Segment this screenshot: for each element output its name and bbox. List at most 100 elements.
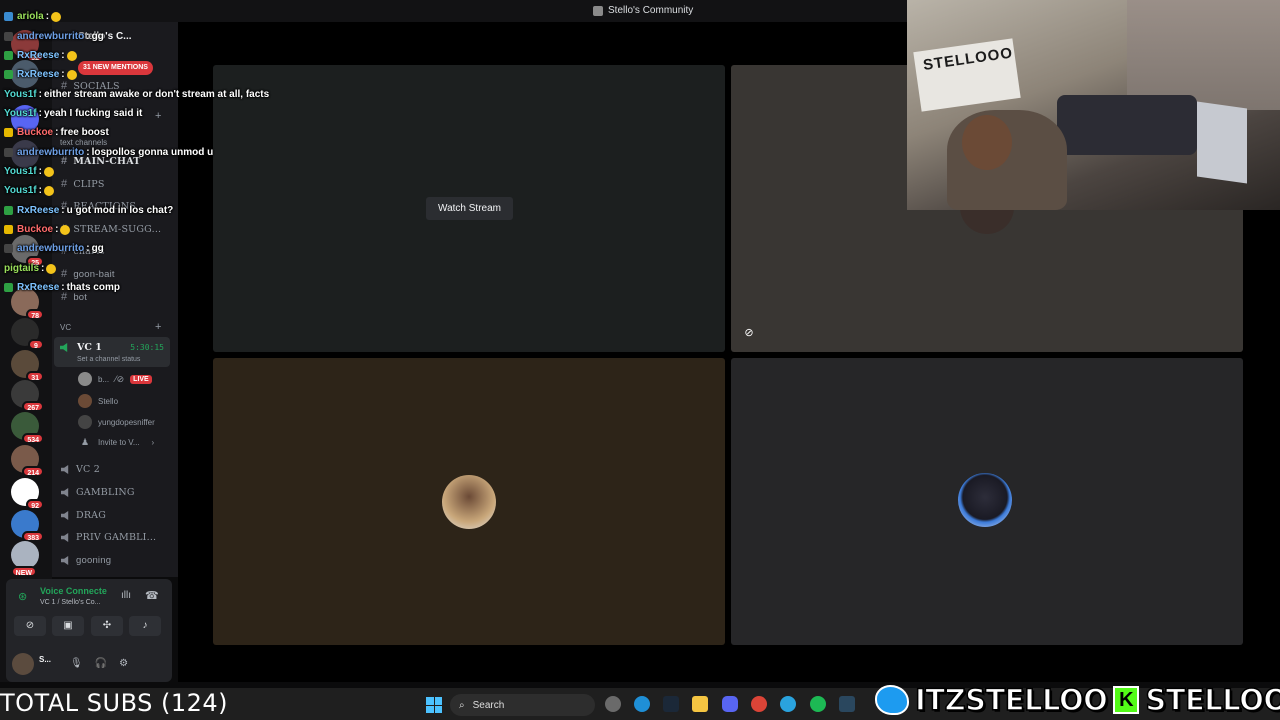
watch-stream-button[interactable]: Watch Stream — [426, 197, 513, 220]
start-button[interactable] — [426, 697, 442, 713]
channel-label: CLIPS — [73, 178, 105, 190]
speaker-icon — [60, 343, 68, 352]
chat-message: RxReese : u got mod in los chat? — [4, 205, 173, 216]
channel-clips[interactable]: # CLIPS — [61, 178, 105, 190]
server-icon[interactable]: 267 — [11, 380, 44, 412]
channel-label: VC 2 — [76, 464, 100, 475]
chat-separator: : — [61, 282, 65, 293]
discord-icon[interactable] — [722, 696, 738, 712]
user-avatar[interactable] — [12, 653, 34, 675]
chat-username: Yous1f — [4, 89, 37, 100]
speaker-icon — [61, 533, 69, 542]
server-icon[interactable]: 92 — [11, 478, 44, 510]
category-vc[interactable]: VC — [60, 323, 71, 332]
chat-username: Buckoe — [17, 224, 54, 235]
chat-username: ariola — [17, 11, 44, 22]
server-icon[interactable]: NEW — [10, 541, 39, 577]
channel-label: DRAG — [76, 510, 107, 521]
voice-channel-priv-gambling[interactable]: PRIV GAMBLI... — [61, 532, 156, 543]
add-channel-icon[interactable]: + — [155, 110, 161, 122]
chat-badge-icon — [4, 244, 13, 253]
chat-message: RxReese : — [4, 50, 77, 61]
invite-icon: ♟ — [80, 437, 90, 447]
member-name: Stello — [98, 396, 119, 406]
voice-member[interactable]: yungdopesniffer — [78, 415, 155, 429]
member-name: b... — [98, 374, 110, 384]
vc1-timer: 5:30:15 — [130, 343, 164, 352]
app-icon[interactable] — [605, 696, 621, 712]
telegram-icon[interactable] — [780, 696, 796, 712]
voice-member[interactable]: b... ⁄⊘ LIVE — [78, 372, 152, 386]
speaker-icon — [61, 465, 69, 474]
camera-off-button[interactable]: ⊘ — [14, 616, 46, 636]
screen: Stello's Community 52 25 78 9 31 267 534 214 92 3… — [0, 0, 1280, 720]
steam-icon[interactable] — [839, 696, 855, 712]
soundboard-button[interactable]: ♪ — [129, 616, 161, 636]
voice-connected-channel[interactable]: VC 1 / Stello's Co... — [40, 599, 100, 606]
chat-text: thats comp — [66, 282, 120, 293]
noise-suppression-icon[interactable]: ıllı — [121, 590, 131, 601]
chat-separator: : — [86, 243, 90, 254]
channel-label: STREAM-SUGG... — [73, 223, 162, 235]
chat-badge-icon — [4, 148, 13, 157]
chat-separator: : — [86, 147, 90, 158]
screen-share-button[interactable]: ▣ — [52, 616, 84, 636]
chat-badge-icon — [4, 225, 13, 234]
new-mentions-badge[interactable]: 31 NEW MENTIONS — [78, 61, 153, 75]
chat-separator: : — [55, 224, 59, 235]
gear-icon[interactable]: ⚙ — [119, 658, 128, 669]
webcam-bed — [1057, 95, 1197, 155]
voice-member[interactable]: Stello — [78, 394, 118, 408]
server-icon[interactable]: 31 — [11, 350, 44, 382]
folder-icon[interactable] — [692, 696, 708, 712]
edge-icon[interactable] — [634, 696, 650, 712]
category-text-channels[interactable]: text channels — [60, 138, 107, 147]
chat-username: RxReese — [17, 50, 60, 61]
activities-button[interactable]: ✣ — [91, 616, 123, 636]
server-icon[interactable]: 214 — [11, 445, 44, 477]
chat-text: gg — [91, 243, 104, 254]
server-icon[interactable]: 534 — [11, 412, 44, 444]
vc1-status[interactable]: Set a channel status — [77, 356, 140, 363]
server-icon[interactable]: 383 — [11, 510, 44, 542]
chat-username: andrewburrito — [17, 243, 85, 254]
taskbar-search[interactable]: ⌕ Search — [450, 694, 595, 716]
voice-channel-vc1[interactable]: VC 1 5:30:15 Set a channel status — [54, 337, 170, 367]
microphone-icon[interactable]: 🎙 — [70, 658, 83, 669]
headphones-icon[interactable]: 🎧 — [95, 658, 107, 669]
chat-message: andrewburrito : gg — [4, 243, 104, 254]
add-channel-icon[interactable]: + — [155, 321, 161, 333]
server-icon[interactable]: 9 — [11, 318, 44, 350]
member-name: yungdopesniffer — [98, 417, 155, 427]
spotify-icon[interactable] — [810, 696, 826, 712]
voice-channel-gooning[interactable]: gooning — [61, 555, 111, 566]
disconnect-icon[interactable]: ☎ — [145, 589, 159, 602]
invite-to-voice[interactable]: ♟ Invite to V... › — [78, 437, 154, 448]
chrome-icon[interactable] — [751, 696, 767, 712]
chat-text: either stream awake or don't stream at a… — [43, 89, 270, 100]
voice-channel-drag[interactable]: DRAG — [61, 510, 106, 521]
voice-connected-label[interactable]: Voice Connecte — [40, 586, 107, 596]
channel-goon-bait[interactable]: # goon-bait — [61, 268, 115, 280]
emote-icon — [43, 185, 54, 196]
steam-icon[interactable] — [663, 696, 679, 712]
chat-username: Yous1f — [4, 108, 37, 119]
channel-label: goon-bait — [73, 268, 115, 280]
chat-badge-icon — [4, 206, 13, 215]
channel-stream-suggestions[interactable]: #STREAM-SUGG... — [61, 223, 161, 235]
chat-text: free boost — [60, 127, 109, 138]
mute-icon: ⁄⊘ — [115, 373, 125, 384]
chat-message: Yous1f : — [4, 185, 54, 196]
chat-badge-icon — [4, 283, 13, 292]
chat-badge-icon — [4, 12, 13, 21]
search-label: Search — [472, 699, 505, 711]
poster-text: STELLOOO — [922, 44, 1015, 74]
speaker-icon — [61, 488, 69, 497]
chat-username: andrewburrito — [17, 31, 85, 42]
chevron-right-icon: › — [151, 438, 155, 447]
user-name[interactable]: S... — [39, 655, 51, 664]
signal-icon: ⊛ — [18, 591, 28, 603]
voice-channel-vc2[interactable]: VC 2 — [61, 464, 100, 475]
server-badge: NEW — [10, 566, 37, 577]
voice-channel-gambling[interactable]: GAMBLING — [61, 487, 135, 498]
